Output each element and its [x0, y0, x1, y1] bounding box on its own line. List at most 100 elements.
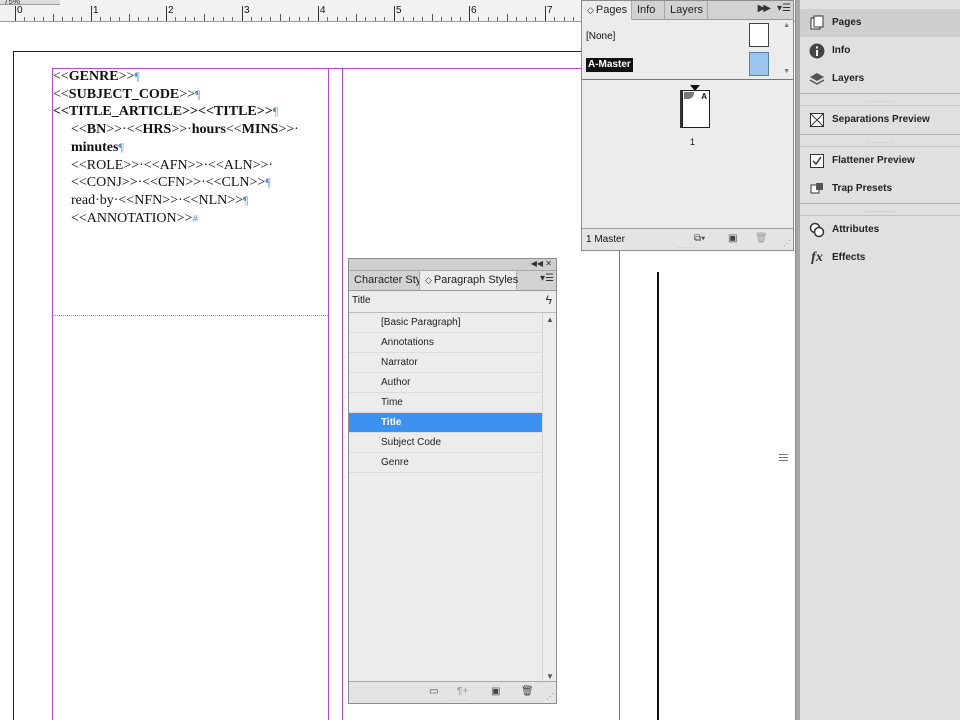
- text-line[interactable]: read·by·<<NFN>>·<<NLN>>¶: [53, 192, 328, 210]
- pages-panel: ◇ Pages Info Layers ▶▶ ▾☰ [None] A-Master…: [581, 0, 794, 251]
- style-item[interactable]: Title: [349, 413, 542, 433]
- text-line[interactable]: <<ROLE>>·<<AFN>>·<<ALN>>·: [53, 157, 328, 175]
- ruler-minor-tick: [213, 17, 214, 21]
- tab-paragraph-styles[interactable]: ◇ Paragraph Styles: [420, 271, 518, 290]
- vertical-scroll-grip[interactable]: [779, 454, 788, 466]
- collapse-panel-icon[interactable]: ◀◀ ✕: [531, 259, 552, 268]
- text-line[interactable]: <<BN>>·<<HRS>>·hours<<MINS>>·: [53, 121, 328, 139]
- scroll-down-icon[interactable]: ▼: [546, 672, 554, 681]
- dock-grip[interactable]: ··········: [800, 98, 960, 106]
- edit-page-size-icon[interactable]: ⧉▾: [694, 233, 705, 244]
- resize-grip-icon[interactable]: ⋰: [783, 239, 791, 248]
- delete-page-icon[interactable]: 🗑: [755, 233, 768, 244]
- master-item-a-master[interactable]: A-Master: [586, 58, 633, 72]
- style-item[interactable]: Annotations: [349, 333, 542, 353]
- panel-grip[interactable]: ········: [445, 698, 469, 704]
- dock-group-attributes: ·········· Attributes fx Effects: [800, 208, 960, 272]
- master-item-none[interactable]: [None]: [586, 30, 615, 44]
- ruler-major-tick: [469, 6, 470, 21]
- ruler-minor-tick: [43, 17, 44, 21]
- ruler-minor-tick: [270, 17, 271, 21]
- dock-item-pages[interactable]: Pages: [800, 9, 960, 37]
- page-fold-icon: [684, 92, 694, 99]
- style-item[interactable]: [Basic Paragraph]: [349, 313, 542, 333]
- ruler-minor-tick: [451, 17, 452, 21]
- dock-item-trap-presets[interactable]: Trap Presets: [800, 175, 960, 203]
- pilcrow-mark: ¶: [265, 175, 271, 190]
- pages-panel-footer: 1 Master ⧉▾ ▣ 🗑 ⋰ ········: [582, 228, 793, 251]
- tab-layers[interactable]: Layers: [665, 1, 708, 20]
- style-group-folder-icon[interactable]: ▭: [429, 686, 438, 697]
- scroll-up-icon[interactable]: ▲: [783, 22, 790, 29]
- clear-overrides-icon[interactable]: ¶+: [457, 686, 468, 697]
- master-none-thumbnail[interactable]: [749, 23, 769, 47]
- ruler-number: 4: [320, 5, 326, 16]
- text-line[interactable]: minutes¶: [53, 139, 328, 157]
- style-item[interactable]: Subject Code: [349, 433, 542, 453]
- tab-info[interactable]: Info: [632, 1, 665, 20]
- page-number: 1: [690, 137, 696, 147]
- flattener-preview-icon: [808, 152, 826, 170]
- text-line[interactable]: <<GENRE>>¶: [53, 68, 328, 86]
- ruler-minor-tick: [129, 14, 130, 21]
- ruler-minor-tick: [185, 17, 186, 21]
- ruler-minor-tick: [356, 14, 357, 21]
- ruler-minor-tick: [554, 17, 555, 21]
- panel-menu-icon[interactable]: ▾☰: [540, 273, 554, 284]
- ruler-major-tick: [394, 6, 395, 21]
- lightning-bolt-icon[interactable]: ϟ: [546, 293, 552, 307]
- dock-item-separations-preview[interactable]: Separations Preview: [800, 106, 960, 134]
- column-guide-1: [328, 68, 329, 720]
- text-line[interactable]: <<ANNOTATION>>#: [53, 210, 328, 229]
- style-item[interactable]: Genre: [349, 453, 542, 473]
- styles-scrollbar[interactable]: ▲ ▼: [542, 313, 556, 683]
- ruler-minor-tick: [346, 17, 347, 21]
- delete-style-icon[interactable]: 🗑: [521, 686, 534, 697]
- text-run: MINS: [241, 122, 279, 138]
- panel-grip[interactable]: ········: [678, 245, 702, 251]
- panel-menu-icon[interactable]: ▾☰: [777, 3, 791, 14]
- ruler-minor-tick: [413, 17, 414, 21]
- tab-arrow-icon: ◇: [425, 275, 432, 285]
- ruler-minor-tick: [497, 17, 498, 21]
- text-line[interactable]: <<SUBJECT_CODE>>¶: [53, 86, 328, 104]
- ruler-minor-tick: [365, 17, 366, 21]
- dock-grip[interactable]: ··········: [800, 208, 960, 216]
- document-pages-area: A 1: [582, 82, 793, 229]
- ruler-minor-tick: [251, 17, 252, 21]
- dock-item-layers[interactable]: Layers: [800, 65, 960, 93]
- dock-item-attributes[interactable]: Attributes: [800, 216, 960, 244]
- scroll-up-icon[interactable]: ▲: [546, 315, 554, 324]
- tab-pages[interactable]: ◇ Pages: [582, 1, 632, 20]
- dock-item-flattener-preview[interactable]: Flattener Preview: [800, 147, 960, 175]
- text-line[interactable]: <<CONJ>>·<<CFN>>·<<CLN>>¶: [53, 174, 328, 192]
- dock-grip[interactable]: ··········: [800, 139, 960, 147]
- tab-character-styles[interactable]: Character Sty: [349, 271, 420, 290]
- a-master-thumbnail[interactable]: [749, 52, 769, 76]
- expand-panel-icon[interactable]: ▶▶: [758, 3, 771, 14]
- page-thumbnail[interactable]: A: [680, 90, 710, 128]
- dock-item-effects[interactable]: fx Effects: [800, 244, 960, 272]
- ruler-minor-tick: [441, 17, 442, 21]
- ruler-minor-tick: [403, 17, 404, 21]
- ruler-minor-tick: [535, 17, 536, 21]
- style-item[interactable]: Time: [349, 393, 542, 413]
- resize-grip-icon[interactable]: ⋰: [546, 692, 554, 701]
- dock-item-info[interactable]: Info: [800, 37, 960, 65]
- scroll-down-icon[interactable]: ▼: [783, 68, 790, 75]
- ruler-minor-tick: [81, 17, 82, 21]
- ruler-minor-tick: [24, 17, 25, 21]
- ruler-minor-tick: [53, 14, 54, 21]
- panel-title-strip[interactable]: ◀◀ ✕: [349, 259, 556, 271]
- text-line[interactable]: <<TITLE_ARTICLE>><<TITLE>>¶: [53, 103, 328, 121]
- text-frame[interactable]: <<GENRE>>¶ <<SUBJECT_CODE>>¶ <<TITLE_ARTIC…: [53, 68, 328, 228]
- new-style-icon[interactable]: ▣: [491, 686, 500, 697]
- new-page-icon[interactable]: ▣: [728, 233, 737, 244]
- style-item[interactable]: Author: [349, 373, 542, 393]
- ruler-minor-tick: [337, 17, 338, 21]
- ruler-minor-tick: [148, 17, 149, 21]
- ruler-minor-tick: [289, 17, 290, 21]
- style-item[interactable]: Narrator: [349, 353, 542, 373]
- dock-group-separations: ·········· Separations Preview: [800, 98, 960, 135]
- ruler-minor-tick: [72, 17, 73, 21]
